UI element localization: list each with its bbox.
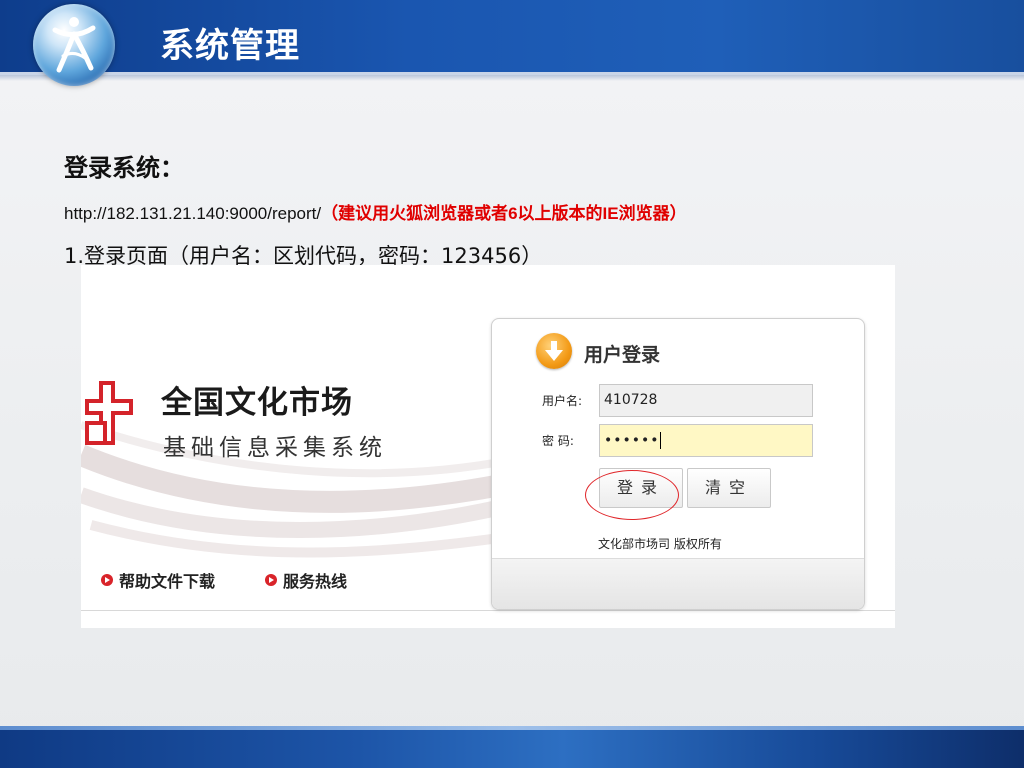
- brand-logo-icon: [85, 381, 133, 445]
- app-logo-icon: [33, 4, 115, 86]
- footer-band: [0, 726, 1024, 768]
- username-field[interactable]: 410728: [599, 384, 813, 417]
- login-page-screenshot: 全国文化市场 基础信息采集系统 帮助文件下载 服务热线 用户登录 用户名: 41…: [81, 265, 895, 628]
- divider: [81, 610, 895, 611]
- copyright-text: 文化部市场司 版权所有: [598, 537, 722, 551]
- service-hotline-label: 服务热线: [283, 572, 348, 591]
- slide-title: 系统管理: [160, 26, 300, 66]
- text-caret: [659, 432, 661, 449]
- password-value: ••••••: [604, 432, 660, 449]
- username-label: 用户名:: [542, 394, 583, 408]
- brand-subtitle: 基础信息采集系统: [163, 435, 387, 461]
- highlight-circle: [585, 470, 679, 520]
- section-heading: 登录系统：: [64, 154, 184, 182]
- login-title: 用户登录: [584, 344, 661, 366]
- password-field[interactable]: ••••••: [599, 424, 813, 457]
- panel-footer: [492, 558, 864, 609]
- browser-note: （建议用火狐浏览器或者6以上版本的IE浏览器）: [321, 204, 687, 223]
- download-arrow-icon: [536, 333, 572, 369]
- help-download-label: 帮助文件下载: [119, 572, 216, 591]
- bullet-arrow-icon: [265, 574, 277, 586]
- login-panel: 用户登录 用户名: 410728 密 码: •••••• 登录 清空 文化部市场…: [491, 318, 865, 610]
- url-line: http://182.131.21.140:9000/report/（建议用火狐…: [64, 199, 687, 224]
- brand-title: 全国文化市场: [161, 385, 353, 421]
- report-url[interactable]: http://182.131.21.140:9000/report/: [64, 204, 321, 223]
- clear-button[interactable]: 清空: [687, 468, 771, 508]
- service-hotline-link[interactable]: 服务热线: [265, 568, 347, 592]
- header-bar: [0, 0, 1024, 81]
- help-download-link[interactable]: 帮助文件下载: [101, 568, 215, 592]
- password-label: 密 码:: [542, 434, 574, 448]
- bullet-arrow-icon: [101, 574, 113, 586]
